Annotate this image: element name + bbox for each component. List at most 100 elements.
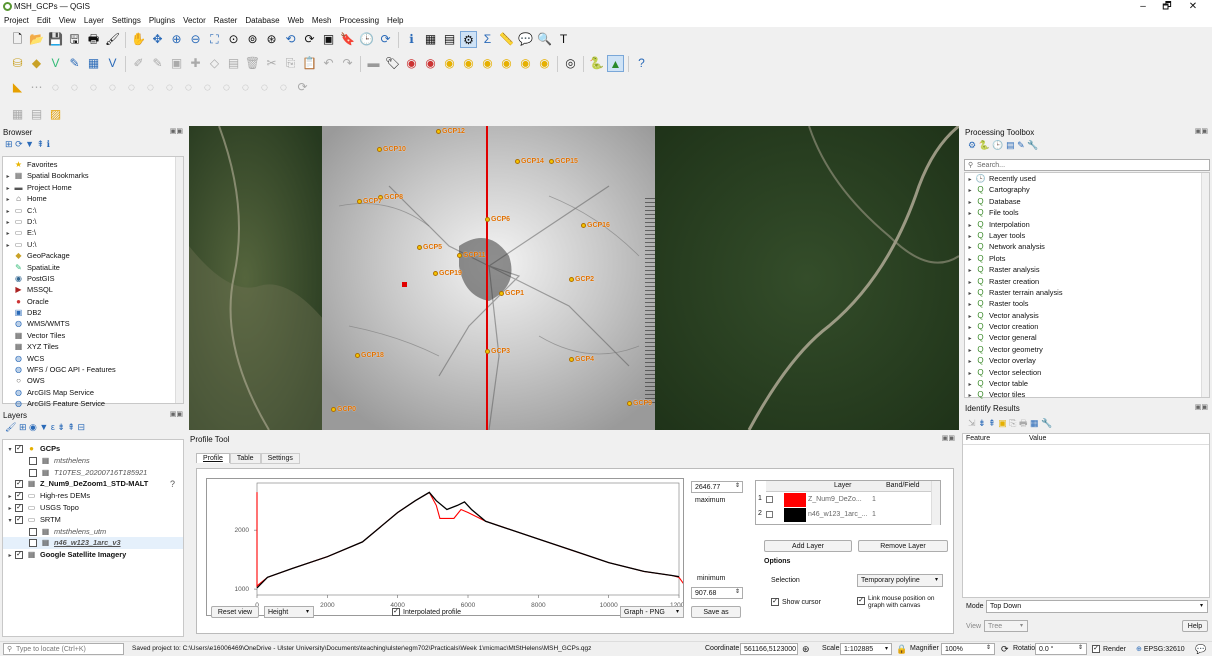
trim-extend-icon[interactable]: ⟳ bbox=[294, 79, 311, 96]
layer-item[interactable]: ▦ T10TES_20200716T185921 bbox=[3, 467, 183, 479]
help-button[interactable]: Help bbox=[1182, 620, 1208, 632]
expand-arrow-icon[interactable]: ▸ bbox=[5, 551, 15, 561]
processing-group[interactable]: ▸ Q Vector geometry bbox=[965, 344, 1209, 355]
deselect-icon[interactable]: ▨ bbox=[47, 106, 64, 123]
expand-arrow-icon[interactable]: ▸ bbox=[965, 186, 975, 195]
print-layout-icon[interactable]: 🖶 bbox=[85, 31, 102, 48]
processing-group[interactable]: ▸ 🕒 Recently used bbox=[965, 173, 1209, 184]
expand-icon[interactable]: ⇲ bbox=[968, 418, 976, 428]
label-toolbar-icon[interactable]: ▬ bbox=[365, 55, 382, 72]
layer-item[interactable]: ▦ n46_w123_1arc_v3 bbox=[3, 537, 183, 550]
locate-icon[interactable]: 🔍 bbox=[536, 31, 553, 48]
save-as-icon[interactable]: 🖫 bbox=[66, 31, 83, 48]
browser-item[interactable]: ◍ WCS bbox=[3, 353, 183, 364]
browser-item[interactable]: ◍ WFS / OGC API - Features bbox=[3, 364, 183, 375]
expand-arrow-icon[interactable]: ▸ bbox=[3, 218, 13, 227]
expand-arrow-icon[interactable]: ▸ bbox=[5, 504, 15, 514]
merge-attributes-icon[interactable]: ◌ bbox=[218, 79, 235, 96]
render-checkbox[interactable]: ✓ Render bbox=[1092, 645, 1126, 653]
identify-settings-icon[interactable]: 🔧 bbox=[1041, 418, 1052, 428]
processing-group[interactable]: ▸ Q Raster terrain analysis bbox=[965, 287, 1209, 298]
panel-float-close-icon[interactable]: ▣▣ bbox=[170, 127, 183, 135]
expand-arrow-icon[interactable]: ▸ bbox=[965, 278, 975, 287]
simplify-icon[interactable]: ◌ bbox=[256, 79, 273, 96]
browser-item[interactable]: ▦ XYZ Tiles bbox=[3, 341, 183, 352]
merge-features-icon[interactable]: ◌ bbox=[199, 79, 216, 96]
bookmark-icon[interactable]: 🔖 bbox=[339, 31, 356, 48]
reset-view-button[interactable]: Reset view bbox=[211, 606, 259, 618]
layer-item[interactable]: ▦ mtsthelens bbox=[3, 455, 183, 467]
row-color-swatch[interactable] bbox=[784, 493, 806, 507]
processing-group[interactable]: ▸ Q Vector general bbox=[965, 332, 1209, 343]
layer-item[interactable]: ▾ ✓ ▭ SRTM bbox=[3, 514, 183, 526]
expand-arrow-icon[interactable]: ▸ bbox=[965, 323, 975, 332]
gcp-marker[interactable]: GCP2 bbox=[569, 276, 594, 283]
layer-visibility-checkbox[interactable]: ✓ bbox=[15, 445, 23, 454]
scale-field[interactable]: 1:102885 ▾ bbox=[840, 643, 892, 655]
minimize-button[interactable]: – bbox=[1132, 1, 1154, 14]
gcp-marker[interactable]: GCP3 bbox=[485, 348, 510, 355]
collapse-tree-icon[interactable]: ⇞ bbox=[988, 418, 996, 428]
options-icon[interactable]: 🔧 bbox=[1027, 140, 1038, 150]
processing-tree[interactable]: ▸ 🕒 Recently used ▸ Q Cartography ▸ Q Database ▸ Q… bbox=[964, 172, 1210, 399]
gcp-marker[interactable]: GCP11 bbox=[457, 252, 486, 259]
min-value-field[interactable]: 907.68 ⇕ bbox=[691, 587, 743, 599]
delete-ring-icon[interactable]: ◌ bbox=[85, 79, 102, 96]
expand-arrow-icon[interactable]: ▸ bbox=[3, 172, 13, 181]
gcp-marker[interactable]: GCP10 bbox=[377, 146, 406, 153]
expand-arrow-icon[interactable]: ▸ bbox=[965, 198, 975, 207]
refresh-icon[interactable]: ⟳ bbox=[377, 31, 394, 48]
identify-icon[interactable]: ℹ bbox=[403, 31, 420, 48]
processing-toolbox-icon[interactable]: ⚙ bbox=[460, 31, 477, 48]
menu-database[interactable]: Database bbox=[241, 15, 283, 27]
expand-arrow-icon[interactable]: ▸ bbox=[965, 232, 975, 241]
processing-group[interactable]: ▸ Q File tools bbox=[965, 207, 1209, 218]
browser-item[interactable]: ▸ ▭ D:\ bbox=[3, 216, 183, 227]
menu-vector[interactable]: Vector bbox=[179, 15, 210, 27]
gcp-marker[interactable]: GCP7 bbox=[357, 198, 382, 205]
save-as-button[interactable]: Save as bbox=[691, 606, 741, 618]
print-icon[interactable]: 🖶 bbox=[1019, 418, 1028, 428]
lock-scale-icon[interactable]: 🔒 bbox=[896, 644, 907, 655]
profile-tool-icon[interactable]: ▲ bbox=[607, 55, 624, 72]
expand-arrow-icon[interactable]: ▸ bbox=[965, 369, 975, 378]
menu-settings[interactable]: Settings bbox=[108, 15, 145, 27]
undo-icon[interactable]: ↶ bbox=[320, 55, 337, 72]
layer-visibility-checkbox[interactable]: ✓ bbox=[15, 480, 23, 489]
browser-item[interactable]: ○ OWS bbox=[3, 375, 183, 386]
processing-group[interactable]: ▸ Q Layer tools bbox=[965, 230, 1209, 241]
layer-visibility-checkbox[interactable] bbox=[29, 527, 37, 536]
expand-arrow-icon[interactable]: ▸ bbox=[965, 357, 975, 366]
processing-group[interactable]: ▸ Q Vector creation bbox=[965, 321, 1209, 332]
edit-icon[interactable]: ✎ bbox=[149, 55, 166, 72]
split-features-icon[interactable]: ◌ bbox=[161, 79, 178, 96]
help-icon[interactable]: ? bbox=[633, 55, 650, 72]
browser-item[interactable]: ★ Favorites bbox=[3, 159, 183, 170]
refresh-icon[interactable]: ⟳ bbox=[15, 139, 23, 149]
view-dropdown[interactable]: Tree ▾ bbox=[984, 620, 1028, 632]
cut-icon[interactable]: ✂ bbox=[263, 55, 280, 72]
max-value-field[interactable]: 2646.77 ⇕ bbox=[691, 481, 743, 493]
edit-features-icon[interactable]: ✎ bbox=[1017, 140, 1025, 150]
add-part-icon[interactable]: ◌ bbox=[66, 79, 83, 96]
menu-edit[interactable]: Edit bbox=[33, 15, 55, 27]
plugin-globe-icon[interactable]: ◎ bbox=[562, 55, 579, 72]
expand-arrow-icon[interactable]: ▸ bbox=[965, 209, 975, 218]
table-row[interactable]: 2 n46_w123_1arc_... 1 bbox=[756, 508, 932, 522]
menu-raster[interactable]: Raster bbox=[210, 15, 242, 27]
menu-layer[interactable]: Layer bbox=[80, 15, 108, 27]
properties-icon[interactable]: ℹ bbox=[47, 139, 50, 149]
expand-arrow-icon[interactable]: ▸ bbox=[3, 229, 13, 238]
save-edits-icon[interactable]: ▣ bbox=[168, 55, 185, 72]
move-label-icon[interactable]: ◉ bbox=[498, 55, 515, 72]
change-label-icon[interactable]: ◉ bbox=[536, 55, 553, 72]
panel-float-close-icon[interactable]: ▣▣ bbox=[1195, 403, 1208, 411]
processing-group[interactable]: ▸ Q Plots bbox=[965, 253, 1209, 264]
expand-arrow-icon[interactable]: ▾ bbox=[5, 516, 15, 526]
zoom-layer-icon[interactable]: ⊚ bbox=[244, 31, 261, 48]
browser-item[interactable]: ● Oracle bbox=[3, 296, 183, 307]
gcp-marker[interactable]: GCP15 bbox=[549, 158, 578, 165]
graph-format-dropdown[interactable]: Graph - PNG ▾ bbox=[620, 606, 684, 618]
locator-input[interactable]: ⚲ Type to locate (Ctrl+K) bbox=[3, 643, 124, 655]
add-ring-icon[interactable]: ⋯ bbox=[28, 79, 45, 96]
